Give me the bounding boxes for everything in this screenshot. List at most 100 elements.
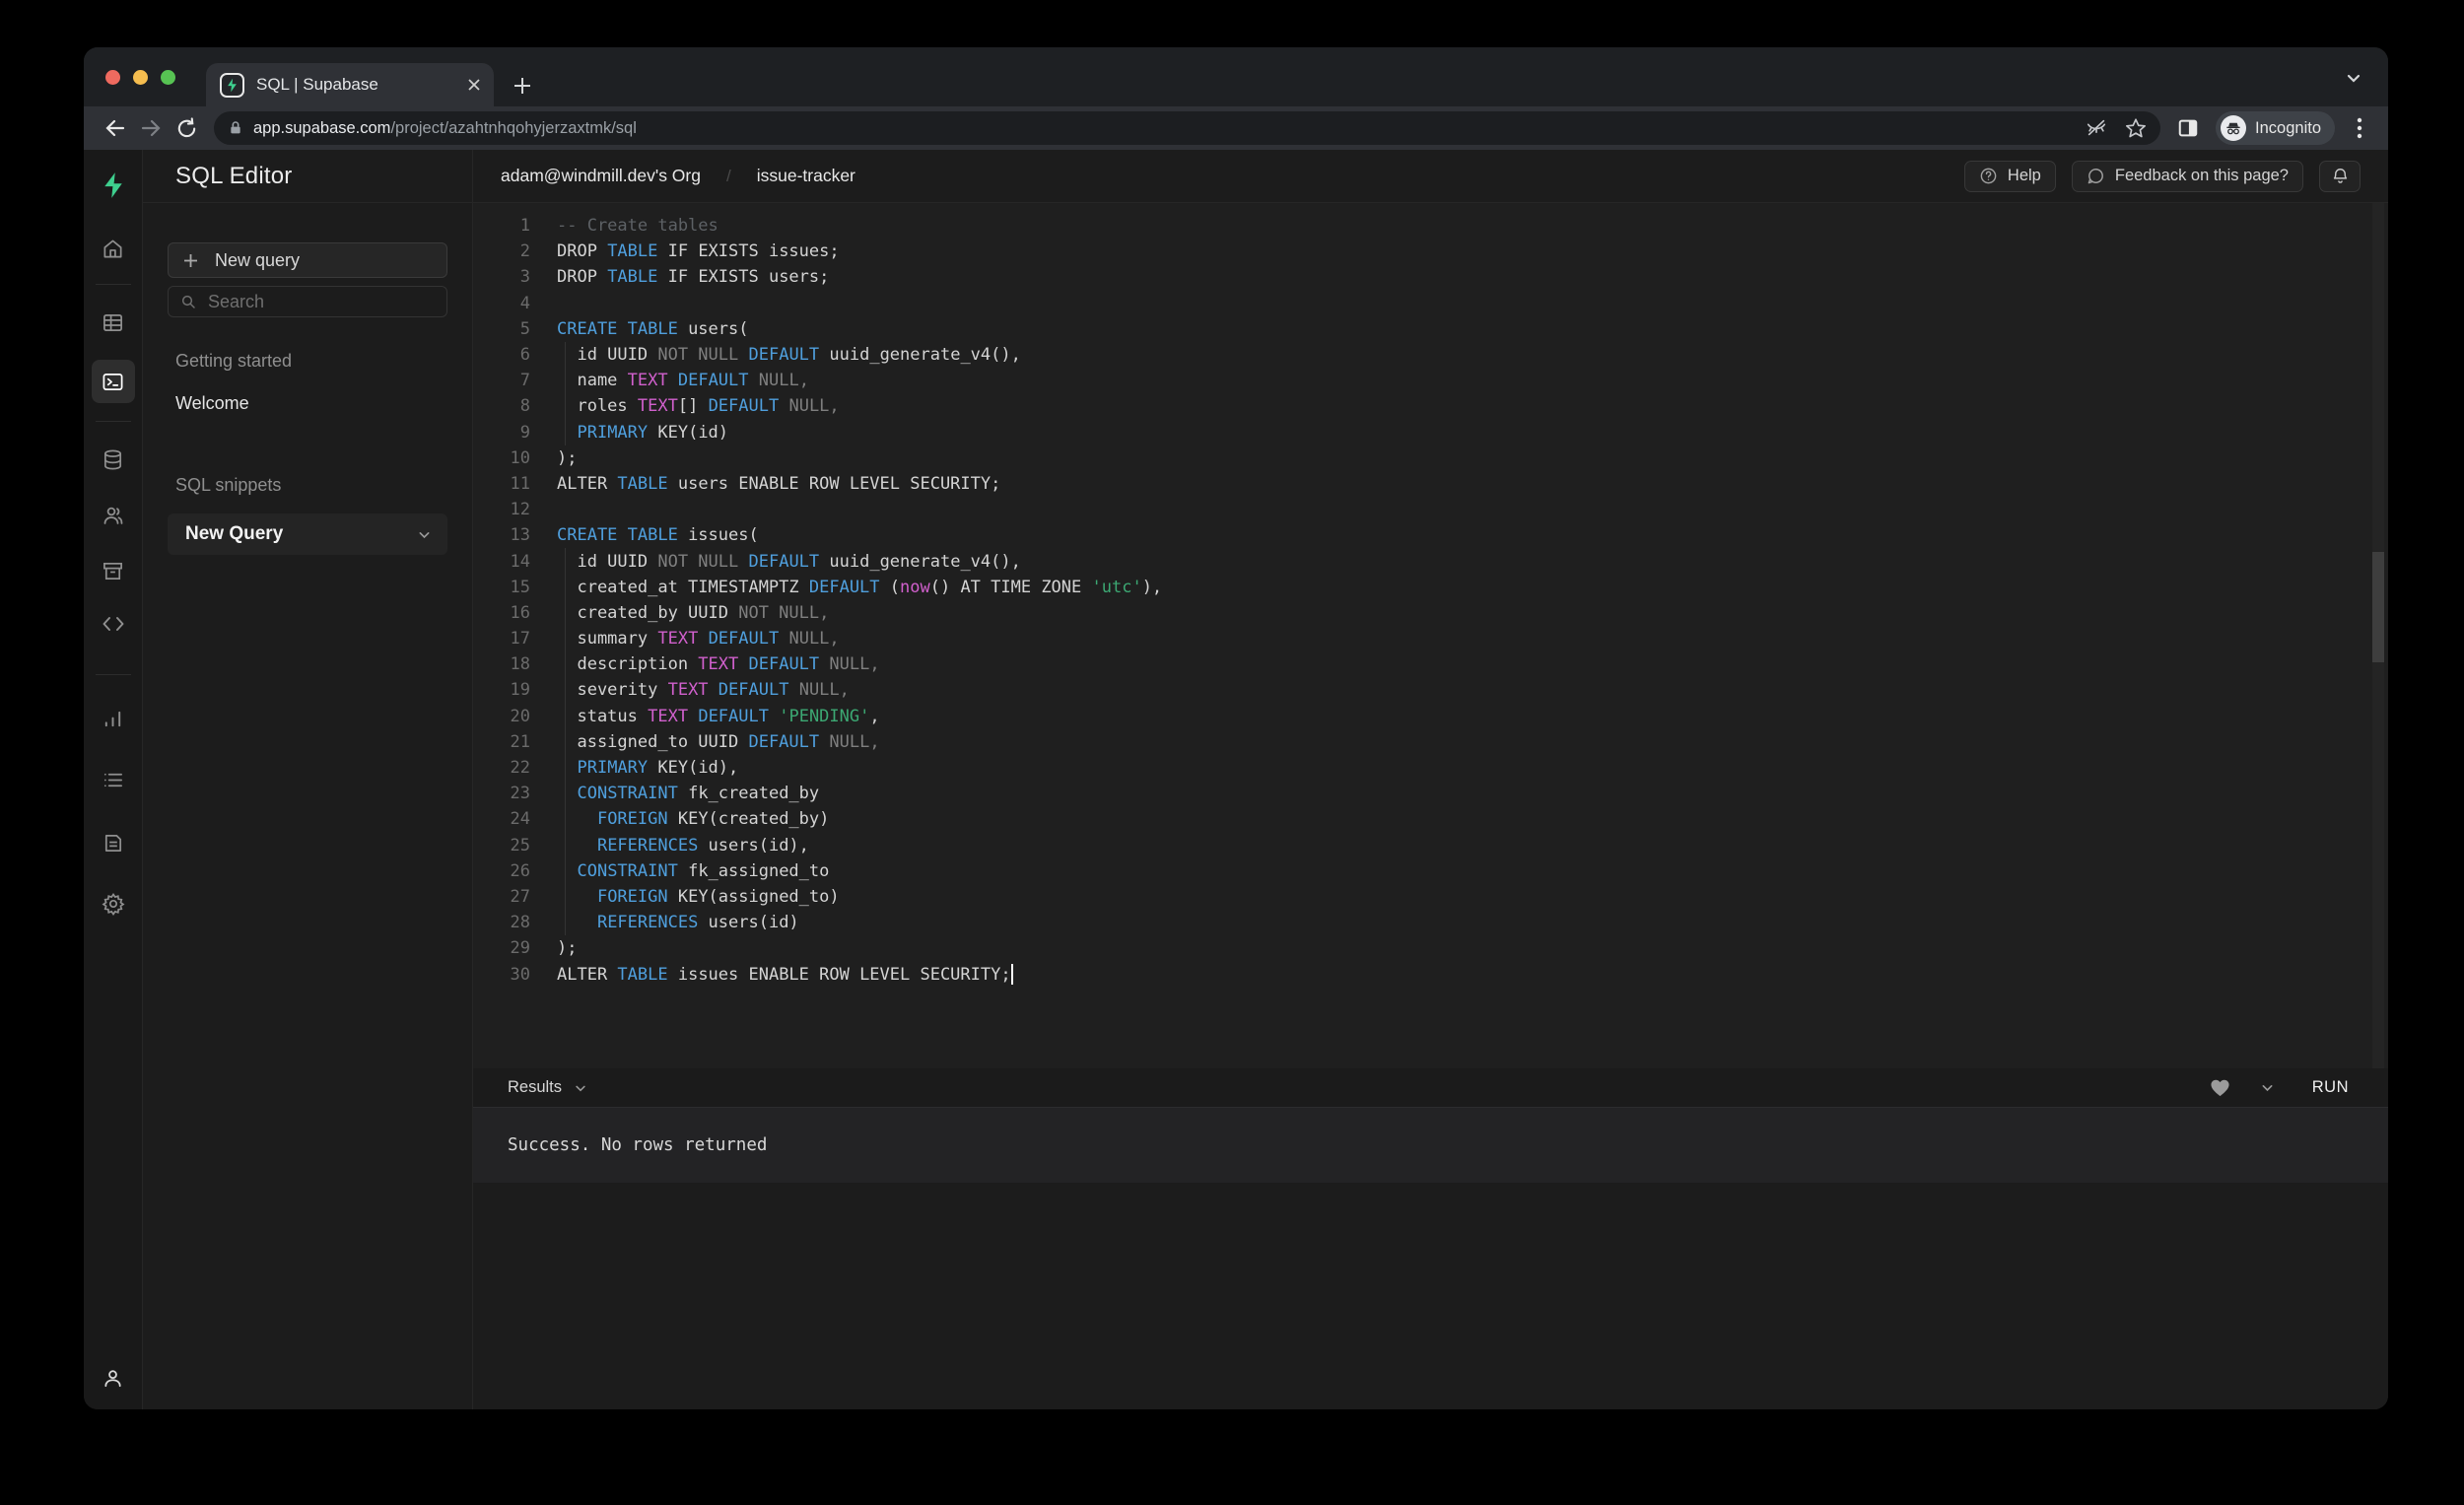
notifications-button[interactable] bbox=[2319, 161, 2361, 192]
code-line: 5CREATE TABLE users( bbox=[473, 316, 2388, 342]
url-path: /project/azahtnhqohyjerzaxtmk/sql bbox=[390, 119, 636, 137]
line-number: 4 bbox=[473, 294, 530, 313]
feedback-bubble-icon bbox=[2087, 167, 2105, 185]
line-number: 26 bbox=[473, 861, 530, 881]
code-line: 29); bbox=[473, 935, 2388, 961]
help-label: Help bbox=[2008, 167, 2041, 185]
code-line: 9 PRIMARY KEY(id) bbox=[473, 420, 2388, 445]
breadcrumb-org[interactable]: adam@windmill.dev's Org bbox=[501, 166, 701, 186]
code-line: 15 created_at TIMESTAMPTZ DEFAULT (now()… bbox=[473, 575, 2388, 600]
minimize-window-button[interactable] bbox=[133, 70, 148, 85]
forward-icon[interactable] bbox=[133, 111, 169, 145]
sidebar-item-storage[interactable] bbox=[92, 549, 135, 592]
page-title: SQL Editor bbox=[175, 163, 293, 190]
welcome-link[interactable]: Welcome bbox=[175, 393, 447, 414]
sidebar-item-logs[interactable] bbox=[92, 758, 135, 801]
line-number: 7 bbox=[473, 371, 530, 390]
code-line: 13CREATE TABLE issues( bbox=[473, 522, 2388, 548]
line-number: 29 bbox=[473, 938, 530, 958]
close-window-button[interactable] bbox=[105, 70, 120, 85]
snippet-label: New Query bbox=[185, 523, 417, 545]
run-button[interactable]: RUN bbox=[2312, 1078, 2349, 1097]
results-chevron-icon[interactable] bbox=[574, 1081, 587, 1095]
reload-icon[interactable] bbox=[169, 111, 204, 145]
sidebar-item-settings[interactable] bbox=[92, 882, 135, 925]
panel-header: SQL Editor bbox=[143, 150, 472, 203]
code-line: 11ALTER TABLE users ENABLE ROW LEVEL SEC… bbox=[473, 471, 2388, 497]
bookmark-star-icon[interactable] bbox=[2125, 117, 2147, 139]
editor-scrollbar-thumb[interactable] bbox=[2372, 552, 2384, 662]
code-line: 1-- Create tables bbox=[473, 213, 2388, 239]
sidebar-item-reports[interactable] bbox=[92, 697, 135, 740]
results-output: Success. No rows returned bbox=[473, 1107, 2388, 1183]
browser-tab[interactable]: SQL | Supabase bbox=[206, 63, 494, 106]
line-number: 12 bbox=[473, 500, 530, 519]
line-number: 2 bbox=[473, 241, 530, 261]
favorite-heart-icon[interactable] bbox=[2210, 1078, 2230, 1097]
code-line: 7 name TEXT DEFAULT NULL, bbox=[473, 368, 2388, 393]
tab-close-icon[interactable] bbox=[466, 77, 482, 93]
code-line: 28 REFERENCES users(id) bbox=[473, 910, 2388, 935]
code-line: 4 bbox=[473, 291, 2388, 316]
account-icon[interactable] bbox=[92, 1356, 135, 1400]
code-line: 30ALTER TABLE issues ENABLE ROW LEVEL SE… bbox=[473, 961, 2388, 987]
results-toolbar: Results RUN bbox=[473, 1068, 2388, 1107]
line-number: 21 bbox=[473, 732, 530, 752]
tab-title: SQL | Supabase bbox=[256, 75, 466, 95]
line-number: 22 bbox=[473, 758, 530, 778]
help-circle-icon bbox=[1979, 167, 1998, 185]
code-line: 2DROP TABLE IF EXISTS issues; bbox=[473, 239, 2388, 264]
line-number: 9 bbox=[473, 423, 530, 443]
line-number: 20 bbox=[473, 707, 530, 726]
sidebar-item-auth[interactable] bbox=[92, 494, 135, 537]
line-number: 6 bbox=[473, 345, 530, 365]
password-hidden-eye-icon[interactable] bbox=[2086, 117, 2107, 139]
sidebar-item-database[interactable] bbox=[92, 438, 135, 481]
search-icon bbox=[180, 294, 196, 309]
help-button[interactable]: Help bbox=[1964, 161, 2056, 192]
code-line: 21 assigned_to UUID DEFAULT NULL, bbox=[473, 729, 2388, 755]
new-tab-icon[interactable] bbox=[512, 75, 533, 97]
browser-menu-icon[interactable] bbox=[2345, 116, 2374, 140]
code-line: 12 bbox=[473, 497, 2388, 522]
line-number: 24 bbox=[473, 809, 530, 829]
sql-code-editor[interactable]: 1-- Create tables2DROP TABLE IF EXISTS i… bbox=[473, 203, 2388, 1068]
line-number: 1 bbox=[473, 216, 530, 236]
sidebar-item-home[interactable] bbox=[92, 227, 135, 270]
chevron-down-icon[interactable] bbox=[417, 527, 432, 542]
supabase-favicon bbox=[220, 73, 244, 98]
supabase-app: SQL Editor New query Search Getting star… bbox=[84, 150, 2388, 1409]
run-options-chevron-icon[interactable] bbox=[2260, 1080, 2275, 1095]
maximize-window-button[interactable] bbox=[161, 70, 175, 85]
line-number: 10 bbox=[473, 448, 530, 468]
snippet-item-new-query[interactable]: New Query bbox=[168, 513, 447, 555]
supabase-logo-icon[interactable] bbox=[92, 164, 135, 207]
feedback-button[interactable]: Feedback on this page? bbox=[2072, 161, 2303, 192]
sidebar-item-sql-editor[interactable] bbox=[92, 360, 135, 403]
line-number: 5 bbox=[473, 319, 530, 339]
back-icon[interactable] bbox=[98, 111, 133, 145]
line-number: 14 bbox=[473, 552, 530, 572]
results-dropdown-label[interactable]: Results bbox=[508, 1078, 562, 1097]
results-empty-area bbox=[473, 1183, 2388, 1409]
code-line: 3DROP TABLE IF EXISTS users; bbox=[473, 264, 2388, 290]
code-line: 27 FOREIGN KEY(assigned_to) bbox=[473, 884, 2388, 910]
browser-toolbar: app.supabase.com/project/azahtnhqohyjerz… bbox=[84, 106, 2388, 150]
line-number: 15 bbox=[473, 578, 530, 597]
breadcrumb-separator: / bbox=[726, 167, 731, 186]
sidebar-item-api[interactable] bbox=[92, 602, 135, 646]
new-query-button[interactable]: New query bbox=[168, 242, 447, 278]
sidebar-item-docs[interactable] bbox=[92, 821, 135, 864]
tab-overview-chevron-icon[interactable] bbox=[2345, 69, 2362, 87]
side-panel-icon[interactable] bbox=[2170, 111, 2206, 145]
breadcrumb-project[interactable]: issue-tracker bbox=[757, 166, 856, 186]
nav-rail bbox=[84, 150, 143, 1409]
line-number: 8 bbox=[473, 396, 530, 416]
search-input[interactable]: Search bbox=[168, 286, 447, 317]
url-bar[interactable]: app.supabase.com/project/azahtnhqohyjerz… bbox=[214, 111, 2160, 145]
line-number: 13 bbox=[473, 525, 530, 545]
sidebar-item-table-editor[interactable] bbox=[92, 301, 135, 344]
code-line: 22 PRIMARY KEY(id), bbox=[473, 755, 2388, 781]
tab-strip: SQL | Supabase bbox=[84, 47, 2388, 106]
section-sql-snippets: SQL snippets bbox=[175, 475, 447, 496]
